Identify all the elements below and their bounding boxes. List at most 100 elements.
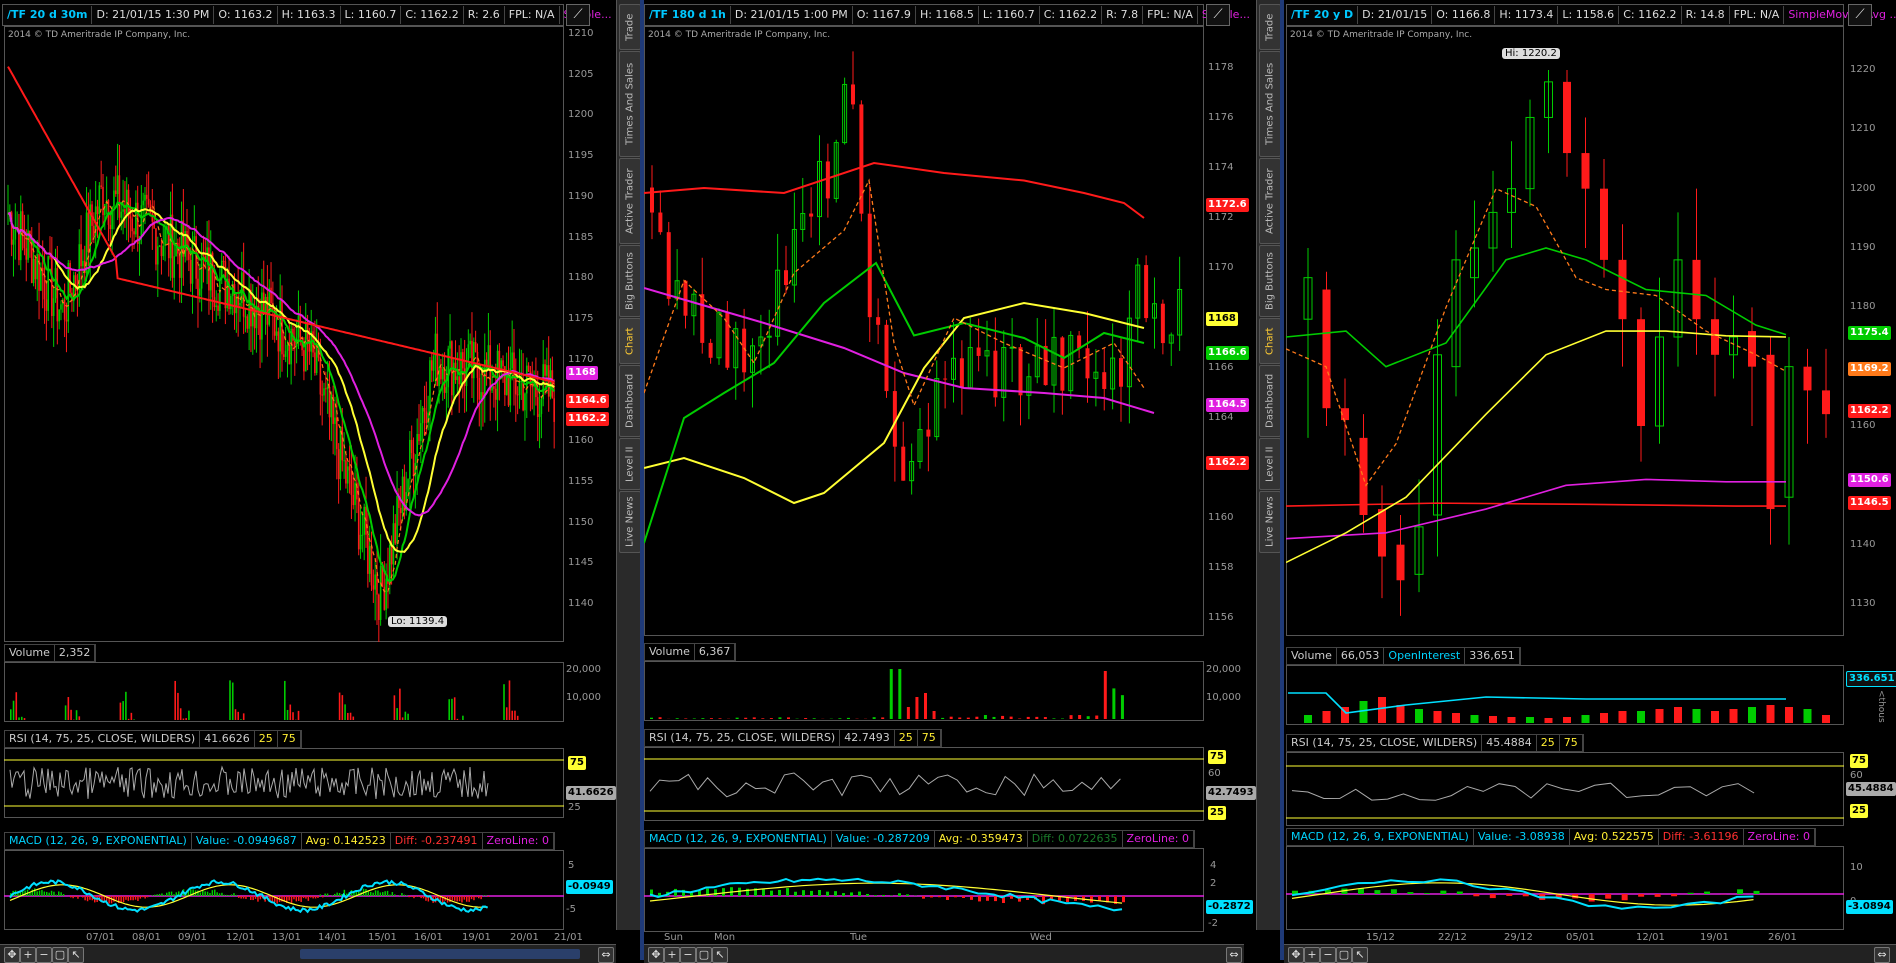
side-tab-dashboard[interactable]: Dashboard	[1259, 365, 1281, 437]
volume-bar	[339, 693, 341, 720]
macd-histogram-bar	[377, 891, 379, 896]
zoom-in-icon[interactable]: +	[20, 947, 36, 963]
study-label[interactable]: SimpleMovingAvg ...	[1784, 6, 1896, 24]
macd-histogram-bar	[303, 896, 305, 898]
macd-histogram-bar	[1688, 893, 1694, 894]
price-chart[interactable]	[4, 26, 564, 642]
bar-high: H: 1168.5	[916, 6, 979, 24]
pan-icon[interactable]: ✥	[4, 947, 20, 963]
candle-body	[1102, 372, 1106, 389]
candle-body	[117, 175, 119, 194]
candle-body	[115, 190, 117, 194]
macd-histogram-bar	[204, 891, 206, 896]
zoom-out-icon[interactable]: −	[1320, 947, 1336, 963]
fpl: FPL: N/A	[505, 6, 560, 24]
macd-histogram-bar	[406, 895, 408, 896]
side-tab-times-and-sales[interactable]: Times And Sales	[619, 51, 641, 157]
rsi-chart[interactable]	[4, 748, 564, 818]
volume-chart[interactable]	[644, 661, 1204, 721]
volume-bar	[958, 717, 961, 719]
candle-body	[977, 348, 981, 356]
volume-bar	[131, 713, 133, 720]
expand-icon[interactable]: ⇔	[598, 947, 614, 963]
side-tab-times-and-sales[interactable]: Times And Sales	[1259, 51, 1281, 157]
macd-histogram-bar	[459, 896, 461, 901]
zoom-out-icon[interactable]: −	[36, 947, 52, 963]
volume-bar	[1656, 709, 1664, 723]
candle-body	[885, 325, 889, 391]
side-tab-chart[interactable]: Chart	[1259, 318, 1281, 364]
side-tab-level-ii[interactable]: Level II	[619, 438, 641, 490]
side-tab-big-buttons[interactable]: Big Buttons	[619, 245, 641, 317]
zoom-box-icon[interactable]: ▢	[696, 947, 712, 963]
macd-histogram-bar	[375, 890, 377, 896]
rsi-chart[interactable]	[1286, 752, 1844, 826]
volume-tick: 10,000	[1206, 692, 1241, 703]
pan-icon[interactable]: ✥	[1288, 947, 1304, 963]
price-tick: 1175	[568, 313, 593, 324]
macd-chart[interactable]	[4, 850, 564, 930]
macd-histogram-bar	[762, 890, 765, 896]
cursor-icon[interactable]: ↖	[68, 947, 84, 963]
volume-bar	[1674, 707, 1682, 723]
side-tab-trade[interactable]: Trade	[619, 4, 641, 50]
macd-histogram-bar	[1704, 892, 1710, 894]
volume-unit: <thous	[1876, 690, 1886, 723]
macd-histogram-bar	[147, 896, 149, 897]
candle-body	[418, 434, 420, 441]
volume-bar	[70, 710, 72, 720]
expand-icon[interactable]: ⇔	[1226, 947, 1242, 963]
zoom-in-icon[interactable]: +	[664, 947, 680, 963]
volume-bar	[240, 719, 242, 720]
cursor-icon[interactable]: ↖	[712, 947, 728, 963]
zoom-in-icon[interactable]: +	[1304, 947, 1320, 963]
side-tab-active-trader[interactable]: Active Trader	[619, 158, 641, 244]
drawing-tool-button[interactable]: ⟋	[566, 4, 590, 26]
volume-bar	[405, 712, 407, 720]
side-tab-level-ii[interactable]: Level II	[1259, 438, 1281, 490]
candle-body	[305, 322, 307, 371]
price-tick: 1160	[568, 435, 593, 446]
side-tab-big-buttons[interactable]: Big Buttons	[1259, 245, 1281, 317]
zoom-box-icon[interactable]: ▢	[52, 947, 68, 963]
side-tab-chart[interactable]: Chart	[619, 318, 641, 364]
volume-chart[interactable]	[1286, 665, 1844, 725]
symbol-label[interactable]: /TF 20 y D	[1287, 6, 1358, 24]
volume-bar	[292, 712, 294, 720]
volume-bar	[787, 717, 790, 719]
rsi-chart[interactable]	[644, 747, 1204, 821]
candle-body	[497, 351, 499, 400]
side-tab-live-news[interactable]: Live News	[619, 491, 641, 553]
symbol-label[interactable]: /TF 180 d 1h	[645, 6, 731, 24]
candle-body	[1144, 265, 1148, 318]
bar-date: D: 21/01/15 1:30 PM	[92, 6, 214, 24]
side-tab-live-news[interactable]: Live News	[1259, 491, 1281, 553]
volume-bar	[1112, 688, 1115, 719]
macd-histogram-bar	[125, 896, 127, 900]
macd-histogram-bar	[315, 896, 317, 898]
zoom-out-icon[interactable]: −	[680, 947, 696, 963]
side-tab-active-trader[interactable]: Active Trader	[1259, 158, 1281, 244]
volume-chart[interactable]	[4, 662, 564, 722]
price-tick: 1174	[1208, 162, 1233, 173]
side-tab-trade[interactable]: Trade	[1259, 4, 1281, 50]
cursor-icon[interactable]: ↖	[1352, 947, 1368, 963]
side-tab-dashboard[interactable]: Dashboard	[619, 365, 641, 437]
volume-bar	[183, 719, 185, 720]
price-tick: 1205	[568, 69, 593, 80]
macd-chart[interactable]	[644, 848, 1204, 932]
candle-body	[374, 575, 376, 590]
price-tick: 1210	[1850, 123, 1875, 134]
drawing-tool-button[interactable]: ⟋	[1848, 4, 1872, 26]
expand-icon[interactable]: ⇔	[1874, 947, 1890, 963]
zoom-box-icon[interactable]: ▢	[1336, 947, 1352, 963]
price-chart[interactable]	[644, 26, 1204, 636]
candle-body	[142, 201, 144, 206]
symbol-label[interactable]: /TF 20 d 30m	[3, 6, 92, 24]
drawing-tool-button[interactable]: ⟋	[1206, 4, 1230, 26]
volume-bar	[1452, 713, 1460, 723]
price-chart[interactable]	[1286, 26, 1844, 636]
macd-chart[interactable]	[1286, 846, 1844, 930]
pan-icon[interactable]: ✥	[648, 947, 664, 963]
scrollbar[interactable]	[300, 949, 580, 959]
